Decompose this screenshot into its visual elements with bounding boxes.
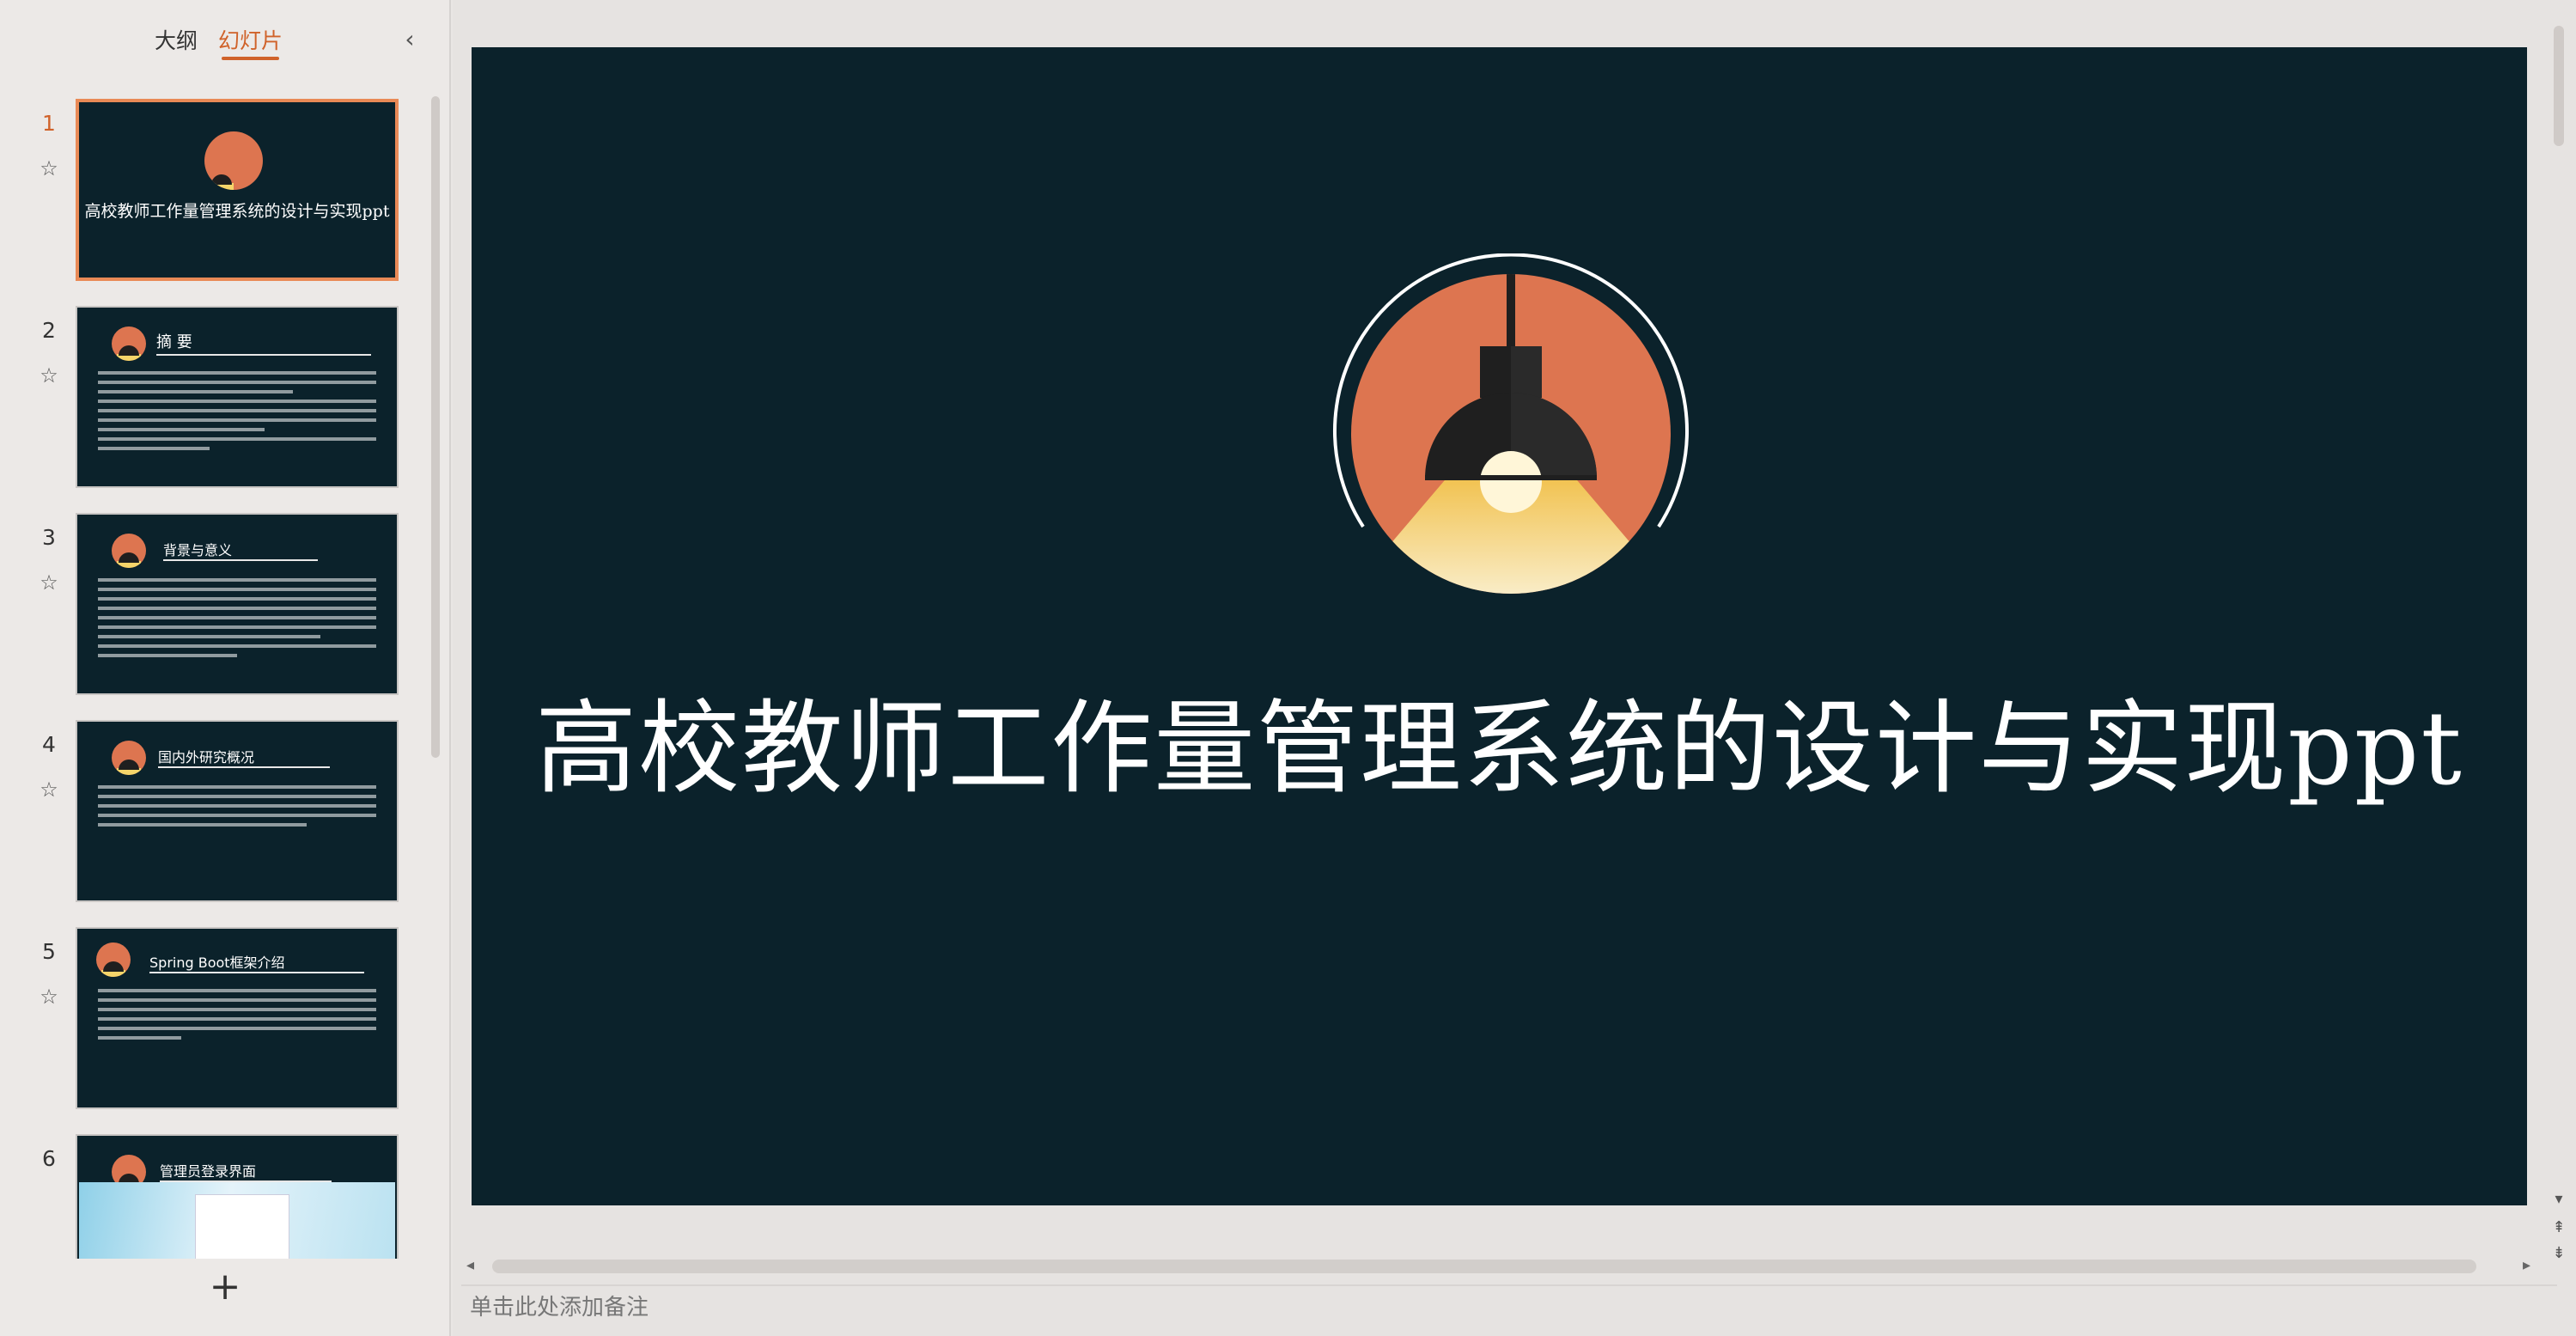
- lamp-icon: [112, 741, 146, 775]
- tab-outline[interactable]: 大纲: [155, 24, 198, 55]
- thumbnail-row: 3 ☆ 背景与意义: [0, 513, 438, 702]
- thumbnail-title: 高校教师工作量管理系统的设计与实现ppt: [84, 202, 390, 221]
- scroll-right-arrow-icon[interactable]: ▸: [2523, 1256, 2530, 1274]
- current-slide-canvas[interactable]: 高校教师工作量管理系统的设计与实现ppt: [472, 47, 2527, 1205]
- login-screenshot-preview: [79, 1182, 395, 1259]
- thumbnail-scrollbar[interactable]: [431, 96, 440, 758]
- thumbnail-body: [98, 989, 376, 1046]
- active-tab-underline: [222, 57, 280, 60]
- slide-number: 3: [42, 525, 56, 550]
- vertical-scroll-thumb[interactable]: [2554, 26, 2564, 146]
- slide-number: 1: [42, 111, 56, 136]
- tab-slides-label: 幻灯片: [218, 28, 283, 53]
- slide-thumbnail-3[interactable]: 背景与意义: [76, 513, 399, 695]
- star-icon[interactable]: ☆: [36, 984, 62, 1010]
- notes-placeholder: 单击此处添加备注: [470, 1295, 649, 1321]
- slide-thumbnail-2[interactable]: 摘 要: [76, 306, 399, 488]
- scroll-down-arrow-icon[interactable]: ▾: [2549, 1190, 2569, 1208]
- slide-thumbnail-6[interactable]: 管理员登录界面: [76, 1134, 399, 1259]
- thumbnail-title: Spring Boot框架介绍: [149, 955, 285, 971]
- thumbnail-row: 2 ☆ 摘 要: [0, 306, 438, 495]
- star-icon[interactable]: ☆: [36, 777, 62, 802]
- slide-number: 6: [42, 1146, 56, 1171]
- notes-area[interactable]: 单击此处添加备注: [461, 1284, 2557, 1336]
- vertical-scrollbar[interactable]: ▾ ⇞ ⇟: [2543, 0, 2576, 1280]
- star-icon[interactable]: ☆: [36, 156, 62, 181]
- lamp-icon: [112, 326, 146, 361]
- title-underline: [156, 354, 371, 356]
- thumbnail-title: 背景与意义: [163, 542, 233, 558]
- title-underline: [158, 766, 330, 768]
- slide-title: 高校教师工作量管理系统的设计与实现ppt: [535, 689, 2463, 808]
- slide-thumbnail-1[interactable]: 高校教师工作量管理系统的设计与实现ppt: [76, 99, 399, 281]
- thumbnail-body: [98, 578, 376, 663]
- thumbnail-row: 4 ☆ 国内外研究概况: [0, 720, 438, 909]
- add-slide-button[interactable]: +: [208, 1268, 242, 1306]
- collapse-panel-button[interactable]: ‹: [397, 24, 423, 55]
- horizontal-scrollbar[interactable]: [492, 1260, 2476, 1273]
- thumbnail-row: 6 管理员登录界面: [0, 1134, 438, 1259]
- previous-slide-icon[interactable]: ⇞: [2549, 1218, 2569, 1236]
- slide-editor: 高校教师工作量管理系统的设计与实现ppt ◂ ▸ ▾ ⇞ ⇟ 单击此处添加备注: [453, 0, 2576, 1336]
- title-underline: [149, 972, 364, 973]
- thumbnail-title: 摘 要: [156, 333, 192, 351]
- slide-thumbnail-4[interactable]: 国内外研究概况: [76, 720, 399, 902]
- next-slide-icon[interactable]: ⇟: [2549, 1244, 2569, 1262]
- panel-tabs: 大纲 幻灯片: [0, 24, 451, 67]
- slide-thumbnail-5[interactable]: Spring Boot框架介绍: [76, 927, 399, 1109]
- slide-thumbnail-list: 1 ☆ 高校教师工作量管理系统的设计与实现ppt 2 ☆ 摘 要 3 ☆ 背景与…: [0, 90, 438, 1259]
- title-underline: [163, 559, 318, 561]
- thumbnail-row: 5 ☆ Spring Boot框架介绍: [0, 927, 438, 1116]
- thumbnail-row: 1 ☆ 高校教师工作量管理系统的设计与实现ppt: [0, 99, 438, 288]
- slide-number: 2: [42, 318, 56, 343]
- scroll-left-arrow-icon[interactable]: ◂: [466, 1256, 474, 1274]
- slide-thumbnail-panel: 大纲 幻灯片 ‹ 1 ☆ 高校教师工作量管理系统的设计与实现ppt 2 ☆ 摘 …: [0, 0, 451, 1336]
- lamp-icon: [204, 131, 263, 190]
- plus-icon: +: [209, 1265, 241, 1309]
- chevron-left-icon: ‹: [405, 25, 415, 53]
- lamp-icon: [1333, 253, 1689, 594]
- slide-number: 4: [42, 732, 56, 757]
- star-icon[interactable]: ☆: [36, 363, 62, 388]
- thumbnail-body: [98, 785, 376, 833]
- tab-slides[interactable]: 幻灯片: [218, 24, 283, 60]
- thumbnail-body: [98, 371, 376, 456]
- thumbnail-title: 国内外研究概况: [158, 749, 255, 766]
- thumbnail-title: 管理员登录界面: [160, 1163, 257, 1180]
- lamp-icon: [112, 534, 146, 568]
- slide-number: 5: [42, 939, 56, 964]
- lamp-icon: [96, 943, 131, 977]
- star-icon[interactable]: ☆: [36, 570, 62, 595]
